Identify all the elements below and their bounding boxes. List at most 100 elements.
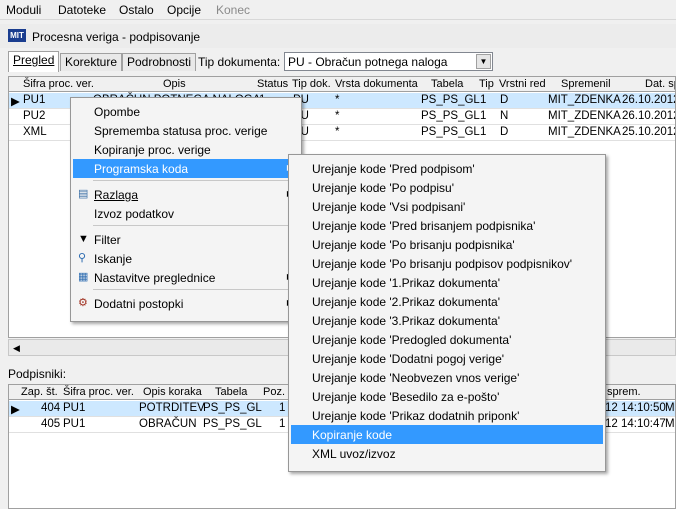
grid-settings-icon: ▦ bbox=[78, 271, 89, 283]
submenu-item-besedilo-eposta[interactable]: Urejanje kode 'Besedilo za e-pošto' bbox=[291, 387, 603, 406]
col-header-opis[interactable]: Opis bbox=[163, 78, 186, 90]
submenu-item-predogled[interactable]: Urejanje kode 'Predogled dokumenta' bbox=[291, 330, 603, 349]
submenu-item-prikaz-2[interactable]: Urejanje kode '2.Prikaz dokumenta' bbox=[291, 292, 603, 311]
col-header-vrsta[interactable]: Vrsta dokumenta bbox=[335, 78, 418, 90]
cell-sifra: XML bbox=[23, 126, 47, 138]
cell-spremenil: MIT_ZDENKA bbox=[548, 94, 621, 106]
cell-tip: 1 bbox=[480, 94, 487, 106]
cell-tabela: PS_PS_GL bbox=[421, 94, 480, 106]
submenu-item-pred-brisanjem[interactable]: Urejanje kode 'Pred brisanjem podpisnika… bbox=[291, 216, 603, 235]
col-header-tip[interactable]: Tip bbox=[479, 78, 494, 90]
context-menu: Opombe Sprememba statusa proc. verige Ko… bbox=[70, 97, 302, 322]
chevron-down-icon[interactable]: ▼ bbox=[476, 54, 491, 69]
cell-poz: 1 bbox=[279, 418, 286, 430]
gears-icon: ⚙ bbox=[78, 297, 88, 309]
cell-dat: 26.10.2012 bbox=[622, 94, 676, 106]
doc-type-value: PU - Obračun potnega naloga bbox=[288, 55, 448, 69]
cell-spremenil: MI bbox=[665, 418, 675, 430]
cell-sifra: PU1 bbox=[63, 402, 86, 414]
col-header-zap-st[interactable]: Zap. št. bbox=[21, 386, 58, 398]
submenu-item-prikaz-3[interactable]: Urejanje kode '3.Prikaz dokumenta' bbox=[291, 311, 603, 330]
col-header-sifra[interactable]: Šifra proc. ver. bbox=[63, 386, 134, 398]
submenu-item-pred-podpisom[interactable]: Urejanje kode 'Pred podpisom' bbox=[291, 159, 603, 178]
col-header-status[interactable]: Status bbox=[257, 78, 288, 90]
col-header-tip-dok[interactable]: Tip dok. bbox=[292, 78, 331, 90]
menu-konec: Konec bbox=[216, 3, 251, 17]
col-header-sifra[interactable]: Šifra proc. ver. bbox=[23, 78, 94, 90]
menu-opcije[interactable]: Opcije bbox=[167, 3, 201, 17]
menu-item-izvoz-podatkov[interactable]: Izvoz podatkov bbox=[73, 204, 299, 223]
doc-type-select[interactable]: PU - Obračun potnega naloga ▼ bbox=[284, 52, 493, 71]
window-title: Procesna veriga - podpisovanje bbox=[32, 30, 201, 44]
submenu-item-po-podpisu[interactable]: Urejanje kode 'Po podpisu' bbox=[291, 178, 603, 197]
cell-tabela: PS_PS_GL bbox=[203, 402, 262, 414]
cell-spremenil: MIT_ZDENKA bbox=[548, 110, 621, 122]
menu-item-opombe[interactable]: Opombe bbox=[73, 102, 299, 121]
doc-type-label: Tip dokumenta: bbox=[198, 55, 281, 69]
submenu-item-kopiranje-kode[interactable]: Kopiranje kode bbox=[291, 425, 603, 444]
menu-item-filter[interactable]: ▼ Filter bbox=[73, 230, 299, 249]
col-header-opis-koraka[interactable]: Opis koraka bbox=[143, 386, 202, 398]
grid-header: Šifra proc. ver. Opis Status Tip dok. Vr… bbox=[9, 77, 675, 92]
submenu-item-neobvezen-vnos[interactable]: Urejanje kode 'Neobvezen vnos verige' bbox=[291, 368, 603, 387]
submenu-item-dodatni-pogoj[interactable]: Urejanje kode 'Dodatni pogoj verige' bbox=[291, 349, 603, 368]
submenu-item-prikaz-priponk[interactable]: Urejanje kode 'Prikaz dodatnih priponk' bbox=[291, 406, 603, 425]
menu-item-nastavitve-preglednice[interactable]: ▦Nastavitve preglednice▶ bbox=[73, 268, 299, 287]
col-header-tabela[interactable]: Tabela bbox=[215, 386, 247, 398]
menu-ostalo[interactable]: Ostalo bbox=[119, 3, 154, 17]
menu-item-iskanje[interactable]: ⚲ Iskanje bbox=[73, 249, 299, 268]
filter-icon: ▼ bbox=[78, 233, 89, 245]
col-header-spremenil[interactable]: Spremenil bbox=[561, 78, 611, 90]
tab-korekture[interactable]: Korekture bbox=[60, 53, 123, 71]
app-logo: MIT bbox=[8, 29, 26, 42]
cell-sifra: PU1 bbox=[23, 94, 46, 106]
menu-datoteke[interactable]: Datoteke bbox=[58, 3, 106, 17]
cell-spremenil: MI bbox=[665, 402, 675, 414]
submenu-item-po-brisanju[interactable]: Urejanje kode 'Po brisanju podpisnika' bbox=[291, 235, 603, 254]
cell-opis-koraka: POTRDITEV bbox=[139, 402, 205, 414]
tab-podrobnosti[interactable]: Podrobnosti bbox=[122, 53, 197, 71]
scroll-left-icon[interactable]: ◀ bbox=[13, 343, 20, 354]
help-book-icon: ▤ bbox=[78, 188, 89, 200]
submenu-item-vsi-podpisani[interactable]: Urejanje kode 'Vsi podpisani' bbox=[291, 197, 603, 216]
submenu-item-po-brisanju-podpisov[interactable]: Urejanje kode 'Po brisanju podpisov podp… bbox=[291, 254, 603, 273]
cell-zap-st: 404 bbox=[41, 402, 61, 414]
cell-dat: 26.10.2012 bbox=[622, 110, 676, 122]
cell-dat: 25.10.2012 bbox=[622, 126, 676, 138]
col-header-sprem[interactable]: sprem. bbox=[607, 386, 641, 398]
row-indicator-icon: ▶ bbox=[11, 96, 20, 108]
signers-label: Podpisniki: bbox=[8, 367, 67, 381]
menu-item-razlaga[interactable]: ▤Razlaga▶ bbox=[73, 185, 299, 204]
cell-sifra: PU2 bbox=[23, 110, 46, 122]
submenu-item-xml-uvoz-izvoz[interactable]: XML uvoz/izvoz bbox=[291, 444, 603, 463]
cell-tip: 1 bbox=[480, 110, 487, 122]
menu-item-programska-koda[interactable]: Programska koda▶ bbox=[73, 159, 299, 178]
cell-poz: 1 bbox=[279, 402, 286, 414]
cell-sprem: 12 14:10:47 bbox=[605, 418, 666, 430]
cell-vrstni-red: D bbox=[500, 126, 509, 138]
submenu-item-prikaz-1[interactable]: Urejanje kode '1.Prikaz dokumenta' bbox=[291, 273, 603, 292]
cell-zap-st: 405 bbox=[41, 418, 61, 430]
cell-opis-koraka: OBRAČUN bbox=[139, 418, 197, 430]
menu-item-sprememba-statusa[interactable]: Sprememba statusa proc. verige bbox=[73, 121, 299, 140]
col-header-vrstni-red[interactable]: Vrstni red bbox=[499, 78, 546, 90]
menu-bar: Moduli Datoteke Ostalo Opcije Konec bbox=[0, 0, 676, 20]
menu-item-kopiranje-verige[interactable]: Kopiranje proc. verige bbox=[73, 140, 299, 159]
cell-tabela: PS_PS_GL bbox=[421, 110, 480, 122]
col-header-poz[interactable]: Poz. bbox=[263, 386, 285, 398]
menu-item-dodatni-postopki[interactable]: ⚙Dodatni postopki▶ bbox=[73, 294, 299, 313]
search-icon: ⚲ bbox=[78, 252, 87, 264]
col-header-dat[interactable]: Dat. sp bbox=[645, 78, 675, 90]
cell-tip: 1 bbox=[480, 126, 487, 138]
cell-vrsta: * bbox=[335, 126, 340, 138]
cell-sifra: PU1 bbox=[63, 418, 86, 430]
cell-sprem: 12 14:10:50 bbox=[605, 402, 666, 414]
cell-spremenil: MIT_ZDENKA bbox=[548, 126, 621, 138]
menu-separator bbox=[93, 225, 297, 226]
cell-tabela: PS_PS_GL bbox=[203, 418, 262, 430]
menu-moduli[interactable]: Moduli bbox=[6, 3, 41, 17]
cell-tabela: PS_PS_GL bbox=[421, 126, 480, 138]
cell-vrstni-red: N bbox=[500, 110, 509, 122]
col-header-tabela[interactable]: Tabela bbox=[431, 78, 463, 90]
tab-pregled[interactable]: Pregled bbox=[8, 51, 60, 72]
